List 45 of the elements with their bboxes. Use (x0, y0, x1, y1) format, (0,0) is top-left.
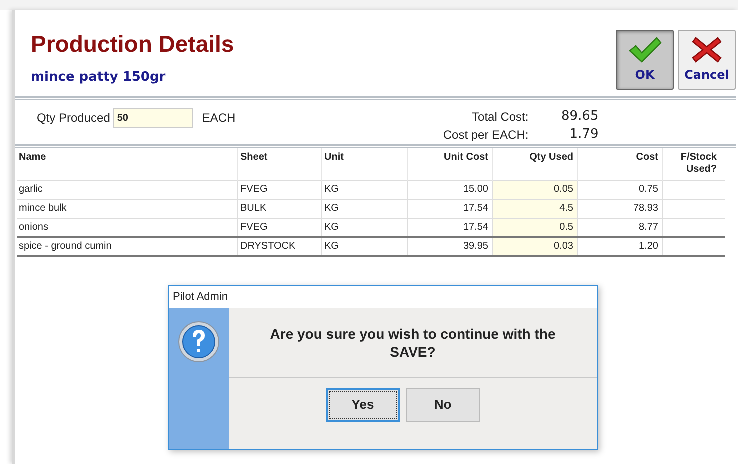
table-cell: KG (321, 237, 407, 256)
no-button[interactable]: No (406, 388, 480, 422)
table-cell: mince bulk (17, 199, 237, 218)
table-cell: 0.5 (492, 218, 577, 237)
table-cell: KG (321, 199, 407, 218)
table-cell: 78.93 (577, 199, 662, 218)
total-label: Cost per EACH: (442, 127, 529, 144)
table-cell: FVEG (237, 218, 321, 237)
total-label: Total Cost: (471, 109, 529, 126)
cancel-button[interactable]: Cancel (678, 30, 736, 90)
check-icon (628, 36, 662, 64)
column-header: F/Stock Used? (662, 148, 725, 180)
table-cell: 4.5 (492, 199, 577, 218)
column-header: Cost (577, 148, 662, 180)
table-cell: spice - ground cumin (17, 237, 237, 256)
table-cell: onions (17, 218, 237, 237)
dialog-message: Are you sure you wish to continue with the SAVE? (269, 324, 557, 360)
table-cell: KG (321, 180, 407, 199)
table-cell: 0.05 (492, 180, 577, 199)
table-cell: DRYSTOCK (237, 237, 321, 256)
table-cell: garlic (17, 180, 237, 199)
table-cell: 0.75 (577, 180, 662, 199)
qty-label: Qty Produced (37, 110, 110, 127)
table-cell: KG (321, 218, 407, 237)
dialog-title: Pilot Admin (172, 290, 230, 305)
question-icon (177, 320, 221, 364)
unit-label: EACH (202, 110, 236, 127)
yes-button[interactable]: Yes (326, 388, 400, 422)
page-title: Production Details (31, 30, 236, 58)
column-header: Unit (321, 148, 407, 180)
product-name: mince patty 150gr (31, 69, 167, 87)
column-header: Unit Cost (407, 148, 492, 180)
column-header: Name (17, 148, 237, 180)
close-icon (692, 36, 722, 64)
table-cell: 1.20 (577, 237, 662, 256)
total-value: 1.79 (568, 126, 599, 144)
table-cell: 8.77 (577, 218, 662, 237)
column-header: Sheet (237, 148, 321, 180)
table-cell: 0.03 (492, 237, 577, 256)
column-header: Qty Used (492, 148, 577, 180)
table-cell: BULK (237, 199, 321, 218)
table-cell: FVEG (237, 180, 321, 199)
ok-button[interactable]: OK (616, 30, 674, 90)
total-value: 89.65 (560, 108, 599, 126)
qty-field[interactable]: 50 (113, 108, 194, 128)
